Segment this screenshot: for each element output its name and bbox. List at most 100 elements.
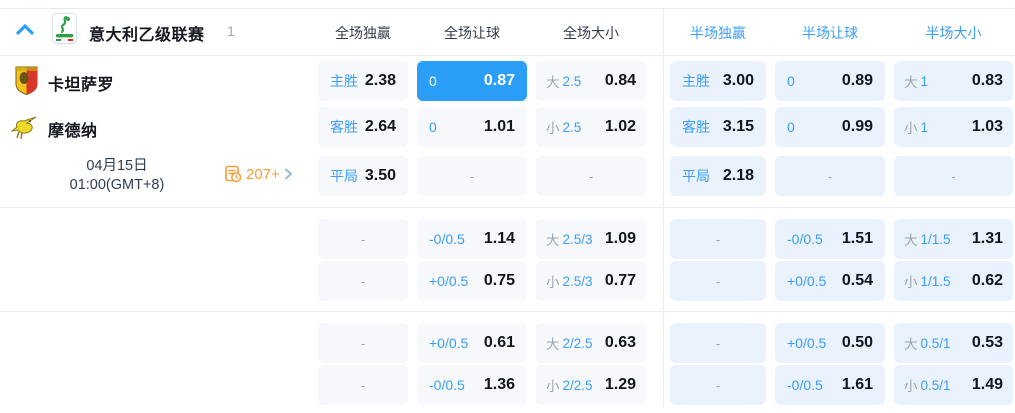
odds-cell-empty: - bbox=[670, 261, 766, 301]
ou-value-line: 0.5/1 bbox=[920, 377, 951, 393]
odds-cell-ht-handicap-home-alt2[interactable]: +0/0.5 0.50 bbox=[775, 323, 885, 363]
odds-cell-ht-handicap-away[interactable]: 0 0.99 bbox=[775, 107, 885, 147]
odds-cell-empty: - bbox=[775, 156, 885, 196]
ou-value-line: 2/2.5 bbox=[562, 377, 593, 393]
ou-value-line: 1 bbox=[920, 73, 929, 89]
odds-cell-ft1x2-home[interactable]: 主胜 2.38 bbox=[318, 61, 408, 101]
odds-value: 0.99 bbox=[841, 118, 873, 135]
odds-value: 1.01 bbox=[483, 118, 515, 135]
odds-value: 0.77 bbox=[604, 272, 636, 289]
divider-header bbox=[0, 55, 1015, 56]
ou-prefix: 大 bbox=[546, 75, 560, 90]
handicap-line: +0/0.5 bbox=[429, 273, 469, 289]
handicap-line: +0/0.5 bbox=[429, 335, 469, 351]
odds-label: 主胜 bbox=[682, 73, 710, 89]
collapse-chevron-up-icon[interactable] bbox=[16, 23, 34, 37]
odds-value: 2.18 bbox=[722, 167, 754, 184]
ou-prefix: 大 bbox=[904, 233, 918, 248]
handicap-line: -0/0.5 bbox=[787, 377, 823, 393]
empty-dash: - bbox=[360, 335, 366, 351]
ou-prefix: 小 bbox=[904, 121, 918, 136]
column-header-ht-ou: 半场大小 bbox=[925, 25, 982, 41]
odds-value: 3.15 bbox=[722, 118, 754, 135]
chevron-right-icon bbox=[284, 168, 292, 180]
odds-cell-ft-over-alt2[interactable]: 大 2/2.5 0.63 bbox=[536, 323, 646, 363]
handicap-line: +0/0.5 bbox=[787, 273, 827, 289]
column-header-ht-handicap: 半场让球 bbox=[802, 25, 858, 41]
odds-label: 客胜 bbox=[330, 119, 358, 135]
odds-cell-ht-over-alt2[interactable]: 大 0.5/1 0.53 bbox=[894, 323, 1013, 363]
odds-value: 1.51 bbox=[841, 230, 873, 247]
ou-value-line: 1/1.5 bbox=[920, 231, 951, 247]
empty-dash: - bbox=[715, 335, 721, 351]
odds-cell-ht-under-alt[interactable]: 小 1/1.5 0.62 bbox=[894, 261, 1013, 301]
ou-line: 大 0.5/1 bbox=[904, 333, 951, 353]
odds-cell-ht-handicap-away-alt2[interactable]: -0/0.5 1.61 bbox=[775, 365, 885, 405]
odds-cell-ht-over[interactable]: 大1 0.83 bbox=[894, 61, 1013, 101]
ou-prefix: 大 bbox=[546, 233, 560, 248]
empty-dash: - bbox=[951, 168, 956, 184]
ou-prefix: 小 bbox=[546, 121, 560, 136]
odds-cell-empty: - bbox=[670, 365, 766, 405]
league-title: 意大利乙级联赛 bbox=[89, 27, 205, 44]
handicap-line: -0/0.5 bbox=[429, 377, 465, 393]
odds-cell-empty: - bbox=[894, 156, 1013, 196]
ou-value-line: 2.5 bbox=[562, 73, 582, 89]
odds-cell-ft-handicap-away-alt2[interactable]: -0/0.5 1.36 bbox=[417, 365, 527, 405]
odds-cell-ft-under-alt[interactable]: 小 2.5/3 0.77 bbox=[536, 261, 646, 301]
odds-label: 平局 bbox=[330, 168, 358, 184]
more-markets-link[interactable]: 207+ bbox=[224, 165, 293, 183]
odds-cell-ft-over-alt[interactable]: 大 2.5/3 1.09 bbox=[536, 219, 646, 259]
odds-table: 意大利乙级联赛 1 全场独赢 全场让球 全场大小 半场独赢 半场让球 半场大小 … bbox=[0, 0, 1015, 413]
ou-prefix: 小 bbox=[904, 379, 918, 394]
odds-cell-empty: - bbox=[670, 323, 766, 363]
odds-cell-ht-handicap-home-alt[interactable]: -0/0.5 1.51 bbox=[775, 219, 885, 259]
odds-cell-ft-over[interactable]: 大 2.5 0.84 bbox=[536, 61, 646, 101]
empty-dash: - bbox=[469, 168, 475, 184]
odds-cell-ht1x2-home[interactable]: 主胜 3.00 bbox=[670, 61, 766, 101]
odds-cell-empty: - bbox=[536, 156, 646, 196]
odds-cell-ft-handicap-home-alt2[interactable]: +0/0.5 0.61 bbox=[417, 323, 527, 363]
odds-cell-ht-handicap-home[interactable]: 0 0.89 bbox=[775, 61, 885, 101]
odds-cell-ht-under-alt2[interactable]: 小 0.5/1 1.49 bbox=[894, 365, 1013, 405]
odds-value: 3.00 bbox=[722, 72, 754, 89]
odds-cell-empty: - bbox=[318, 261, 408, 301]
handicap-line: -0/0.5 bbox=[429, 231, 465, 247]
odds-cell-ft-under-alt2[interactable]: 小 2/2.5 1.29 bbox=[536, 365, 646, 405]
odds-value: 0.84 bbox=[604, 72, 636, 89]
odds-cell-empty: - bbox=[318, 365, 408, 405]
odds-cell-empty: - bbox=[318, 323, 408, 363]
ou-line: 小 2/2.5 bbox=[546, 375, 593, 395]
odds-value: 0.83 bbox=[971, 72, 1003, 89]
odds-cell-ht1x2-away[interactable]: 客胜 3.15 bbox=[670, 107, 766, 147]
odds-cell-ft-handicap-away[interactable]: 0 1.01 bbox=[417, 107, 527, 147]
odds-cell-ft1x2-draw[interactable]: 平局 3.50 bbox=[318, 156, 408, 196]
odds-value: 0.62 bbox=[971, 272, 1003, 289]
ou-line: 大 2/2.5 bbox=[546, 333, 593, 353]
odds-cell-ft1x2-away[interactable]: 客胜 2.64 bbox=[318, 107, 408, 147]
odds-cell-ht1x2-draw[interactable]: 平局 2.18 bbox=[670, 156, 766, 196]
ou-value-line: 1 bbox=[920, 119, 929, 135]
column-header-ft-ou: 全场大小 bbox=[563, 25, 619, 41]
odds-cell-empty: - bbox=[670, 219, 766, 259]
odds-cell-ht-under[interactable]: 小1 1.03 bbox=[894, 107, 1013, 147]
empty-dash: - bbox=[827, 168, 833, 184]
odds-cell-ft-handicap-away-alt[interactable]: +0/0.5 0.75 bbox=[417, 261, 527, 301]
handicap-line: 0 bbox=[787, 73, 795, 89]
odds-value: 2.38 bbox=[364, 72, 396, 89]
ou-value-line: 0.5/1 bbox=[920, 335, 951, 351]
odds-cell-ht-over-alt[interactable]: 大 1/1.5 1.31 bbox=[894, 219, 1013, 259]
ou-prefix: 小 bbox=[546, 275, 560, 290]
column-header-ht-1x2: 半场独赢 bbox=[690, 25, 746, 41]
odds-value: 1.09 bbox=[604, 230, 636, 247]
odds-cell-ft-under[interactable]: 小 2.5 1.02 bbox=[536, 107, 646, 147]
home-team-logo-icon bbox=[15, 66, 38, 95]
handicap-line: -0/0.5 bbox=[787, 231, 823, 247]
odds-value: 1.49 bbox=[971, 376, 1003, 393]
odds-cell-ht-handicap-away-alt[interactable]: +0/0.5 0.54 bbox=[775, 261, 885, 301]
odds-value: 1.31 bbox=[971, 230, 1003, 247]
odds-cell-ft-handicap-home-selected[interactable]: 0 0.87 bbox=[417, 61, 527, 101]
empty-dash: - bbox=[715, 377, 721, 393]
odds-cell-ft-handicap-home-alt[interactable]: -0/0.5 1.14 bbox=[417, 219, 527, 259]
empty-dash: - bbox=[715, 273, 721, 289]
